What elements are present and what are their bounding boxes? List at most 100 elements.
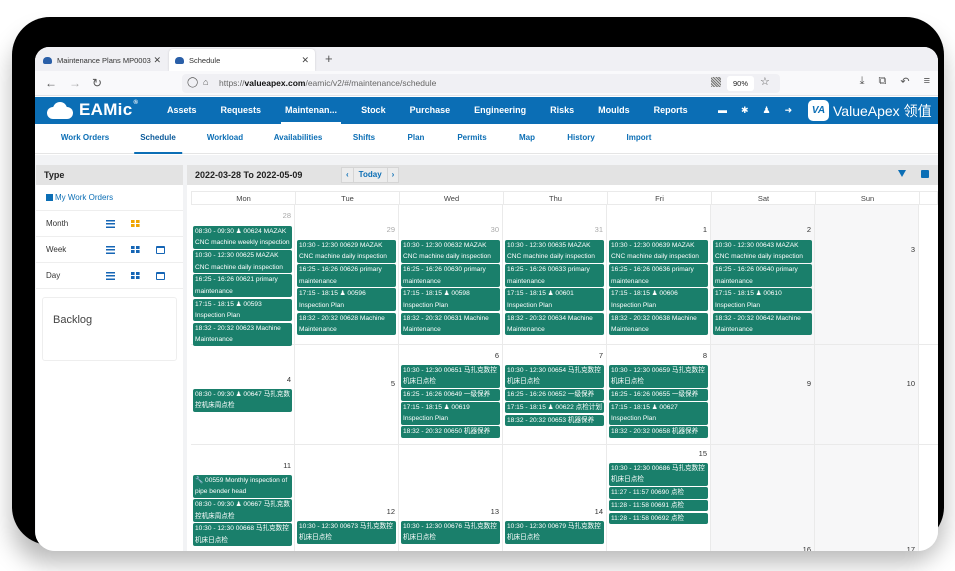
tab-maintenance-plans[interactable]: Maintenance Plans MP0003 ✕ [37, 49, 167, 71]
subnav-item-availabilities[interactable]: Availabilities [274, 124, 323, 154]
subnav-item-schedule[interactable]: Schedule [134, 124, 182, 154]
work-order-event[interactable]: 10:30 - 12:30 00629 MAZAK CNC machine da… [297, 240, 396, 263]
work-order-event[interactable]: 10:30 - 12:30 00635 MAZAK CNC machine da… [505, 240, 604, 263]
day-cell[interactable]: 2 10:30 - 12:30 00643 MAZAK CNC machine d… [711, 205, 815, 344]
day-number[interactable]: 31 [595, 225, 603, 234]
work-order-event[interactable]: 10:30 - 12:30 00639 MAZAK CNC machine da… [609, 240, 708, 263]
work-order-event[interactable]: 16:25 - 16:26 00649 一级保养 [401, 389, 500, 401]
work-order-event[interactable]: 17:15 - 18:15 ♟ 00596 Inspection Plan [297, 288, 396, 312]
day-cell[interactable]: 8 10:30 - 12:30 00659 马扎克数控机床日点检 16:25 - 1… [607, 345, 711, 444]
day-number[interactable]: 12 [387, 507, 395, 516]
nav-item-reports[interactable]: Reports [642, 97, 700, 124]
day-cell[interactable]: 3 [815, 205, 919, 344]
work-order-event[interactable]: 16:25 - 16:26 00640 primary maintenance [713, 264, 812, 288]
work-order-event[interactable]: 17:15 - 18:15 ♟ 00627 Inspection Plan [609, 402, 708, 425]
day-number[interactable]: 2 [807, 225, 811, 234]
backlog-panel[interactable]: Backlog [42, 297, 177, 361]
work-order-event[interactable]: 10:30 - 12:30 00686 马扎克数控机床日点检 [609, 463, 708, 486]
day-number[interactable]: 17 [907, 545, 915, 551]
work-order-event[interactable]: 10:30 - 12:30 00625 MAZAK CNC machine da… [193, 250, 292, 274]
forward-icon[interactable]: → [69, 76, 81, 90]
work-order-event[interactable]: 11:27 - 11:57 00690 点检 [609, 487, 708, 499]
day-number[interactable]: 16 [803, 545, 811, 551]
day-number[interactable]: 4 [287, 375, 291, 384]
subnav-item-shifts[interactable]: Shifts [353, 124, 375, 154]
day-number[interactable]: 8 [703, 351, 707, 360]
day-cell[interactable]: 15 10:30 - 12:30 00686 马扎克数控机床日点检 11:27 - … [607, 445, 711, 551]
day-number[interactable]: 30 [491, 225, 499, 234]
work-order-event[interactable]: 10:30 - 12:30 00643 MAZAK CNC machine da… [713, 240, 812, 263]
day-grid-view-icon[interactable] [131, 271, 140, 280]
work-order-event[interactable]: 16:25 - 16:26 00636 primary maintenance [609, 264, 708, 288]
user-icon[interactable]: ♟ [763, 105, 771, 116]
bookmark-star-icon[interactable]: ☆ [760, 75, 770, 88]
eamic-logo[interactable]: EAMic® [45, 100, 138, 120]
subnav-item-history[interactable]: History [567, 124, 595, 154]
subnav-item-workorders[interactable]: Work Orders [61, 124, 109, 154]
subnav-item-map[interactable]: Map [519, 124, 535, 154]
work-order-event[interactable]: 16:25 - 16:26 00621 primary maintenance [193, 274, 292, 298]
address-bar[interactable]: ◯ ⌂ https://valueapex.com/eamic/v2/#/mai… [182, 74, 780, 93]
week-list-view-icon[interactable] [106, 245, 115, 254]
work-order-event[interactable]: 11:28 - 11:58 00692 点检 [609, 512, 708, 525]
nav-item-maintenan[interactable]: Maintenan... [273, 97, 349, 124]
my-work-orders-filter[interactable]: My Work Orders [36, 185, 183, 211]
day-cell[interactable]: 28 08:30 - 09:30 ♟ 00624 MAZAK CNC machin… [191, 205, 295, 346]
nav-item-requests[interactable]: Requests [209, 97, 274, 124]
day-cell[interactable]: 1 10:30 - 12:30 00639 MAZAK CNC machine d… [607, 205, 711, 344]
work-order-event[interactable]: 10:30 - 12:30 00676 马扎克数控机床日点检 [401, 521, 500, 544]
chat-icon[interactable]: ▬ [718, 105, 727, 116]
reload-icon[interactable]: ↻ [92, 76, 102, 90]
work-order-event[interactable]: 11:28 - 11:58 00691 点检 [609, 500, 708, 512]
month-grid-view-icon[interactable] [131, 219, 140, 228]
close-icon[interactable]: ✕ [301, 55, 309, 66]
nav-item-assets[interactable]: Assets [155, 97, 209, 124]
day-number[interactable]: 14 [595, 507, 603, 516]
filter-icon[interactable] [898, 170, 906, 177]
day-number[interactable]: 3 [911, 245, 915, 254]
day-number[interactable]: 15 [699, 449, 707, 458]
work-order-event[interactable]: 17:15 - 18:15 ♟ 00610 Inspection Plan [713, 288, 812, 312]
work-order-event[interactable]: 10:30 - 12:30 00679 马扎克数控机床日点检 [505, 521, 604, 544]
work-order-event[interactable]: 18:32 - 20:32 00623 Machine Maintenance [193, 322, 292, 346]
work-order-event[interactable]: 17:15 - 18:15 ♟ 00622 点检计划 [505, 402, 604, 414]
work-order-event[interactable]: 18:32 - 20:32 00642 Machine Maintenance [713, 312, 812, 336]
day-number[interactable]: 11 [283, 461, 291, 470]
work-order-event[interactable]: 10:30 - 12:30 00632 MAZAK CNC machine da… [401, 240, 500, 263]
work-order-event[interactable]: 16:25 - 16:26 00630 primary maintenance [401, 264, 500, 288]
work-order-event[interactable]: 16:25 - 16:26 00652 一级保养 [505, 389, 604, 401]
logout-icon[interactable]: ➜ [785, 105, 793, 116]
month-list-view-icon[interactable] [106, 219, 115, 228]
day-cell[interactable]: 9 [711, 345, 815, 444]
tab-schedule[interactable]: Schedule ✕ [169, 49, 315, 71]
work-order-event[interactable]: 08:30 - 09:30 ♟ 00647 马扎克数控机床周点检 [193, 389, 292, 412]
day-cell[interactable]: 4 08:30 - 09:30 ♟ 00647 马扎克数控机床周点检 [191, 345, 295, 444]
work-order-event[interactable]: 18:32 - 20:32 00628 Machine Maintenance [297, 312, 396, 336]
day-number[interactable]: 9 [807, 379, 811, 388]
work-order-event[interactable]: 16:25 - 16:26 00633 primary maintenance [505, 264, 604, 288]
screenshot-icon[interactable]: ⧉ [879, 75, 887, 88]
work-order-event[interactable]: 17:15 - 18:15 ♟ 00593 Inspection Plan [193, 298, 292, 322]
work-order-event[interactable]: 10:30 - 12:30 00651 马扎克数控机床日点检 [401, 365, 500, 388]
qr-code-icon[interactable] [711, 77, 721, 87]
subnav-item-import[interactable]: Import [627, 124, 652, 154]
nav-item-engineering[interactable]: Engineering [462, 97, 538, 124]
subnav-item-workload[interactable]: Workload [207, 124, 243, 154]
lock-icon[interactable]: ⌂ [203, 77, 208, 87]
nav-item-risks[interactable]: Risks [538, 97, 586, 124]
undo-icon[interactable]: ↶ [900, 75, 909, 88]
day-cell[interactable]: 14 10:30 - 12:30 00679 马扎克数控机床日点检 [503, 445, 607, 551]
day-cell[interactable]: 13 10:30 - 12:30 00676 马扎克数控机床日点检 [399, 445, 503, 551]
work-order-event[interactable]: 18:32 - 20:32 00634 Machine Maintenance [505, 312, 604, 336]
menu-icon[interactable]: ≡ [924, 75, 930, 88]
work-order-event[interactable]: 18:32 - 20:32 00650 机器保养 [401, 426, 500, 438]
day-number[interactable]: 13 [491, 507, 499, 516]
download-icon[interactable]: ⤓ [860, 75, 865, 88]
work-order-event[interactable]: 08:30 - 09:30 ♟ 00624 MAZAK CNC machine … [193, 226, 292, 249]
work-order-event[interactable]: 16:25 - 16:26 00626 primary maintenance [297, 264, 396, 288]
subnav-item-permits[interactable]: Permits [457, 124, 486, 154]
settings-gear-icon[interactable]: ✱ [741, 105, 749, 116]
week-calendar-view-icon[interactable] [156, 245, 165, 254]
close-icon[interactable]: ✕ [153, 55, 161, 66]
zoom-level[interactable]: 90% [727, 76, 755, 91]
